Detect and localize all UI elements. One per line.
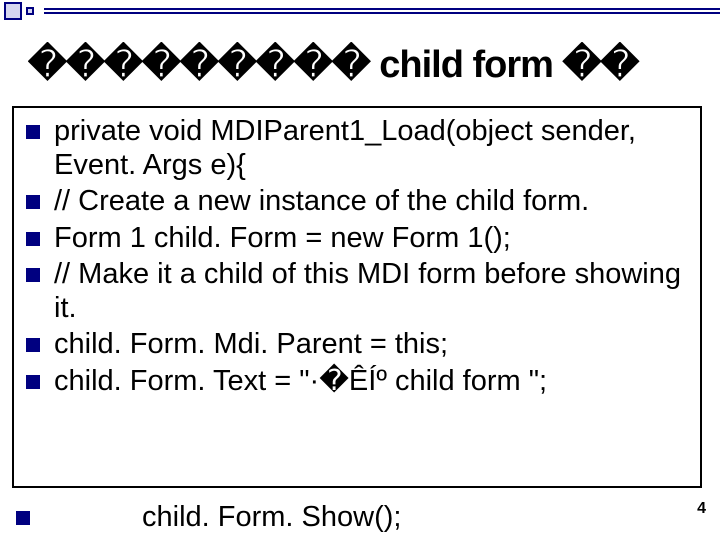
code-line: // Make it a child of this MDI form befo… xyxy=(22,257,692,325)
code-text: // Make it a child of this MDI form befo… xyxy=(54,257,692,325)
code-text: // Create a new instance of the child fo… xyxy=(54,184,692,218)
code-line: // Create a new instance of the child fo… xyxy=(22,184,692,218)
code-line: Form 1 child. Form = new Form 1(); xyxy=(22,221,692,255)
code-line-orphan: child. Form. Show(); xyxy=(12,500,710,534)
bullet-icon xyxy=(26,195,40,209)
code-line: private void MDIParent1_Load(object send… xyxy=(22,114,692,182)
bullet-icon xyxy=(26,338,40,352)
decor-square-large xyxy=(4,2,22,20)
code-line: child. Form. Text = "·�ÊÍº child form "; xyxy=(22,364,692,398)
bullet-icon xyxy=(26,232,40,246)
code-text: child. Form. Show(); xyxy=(44,500,710,534)
code-text: Form 1 child. Form = new Form 1(); xyxy=(54,221,692,255)
bullet-icon xyxy=(26,268,40,282)
decor-square-small xyxy=(26,7,34,15)
code-line: child. Form. Mdi. Parent = this; xyxy=(22,327,692,361)
slide-title: ��������� child form �� xyxy=(28,42,710,87)
code-text: private void MDIParent1_Load(object send… xyxy=(54,114,692,182)
bullet-icon xyxy=(26,125,40,139)
code-text: child. Form. Mdi. Parent = this; xyxy=(54,327,692,361)
code-box: private void MDIParent1_Load(object send… xyxy=(12,106,702,488)
decor-double-line xyxy=(44,8,720,14)
bullet-icon xyxy=(16,511,30,525)
code-text: child. Form. Text = "·�ÊÍº child form "; xyxy=(54,364,692,398)
slide: ��������� child form �� private void MDI… xyxy=(0,0,720,540)
bullet-icon xyxy=(26,375,40,389)
page-number: 4 xyxy=(697,500,706,518)
top-decor-bar xyxy=(0,0,720,22)
